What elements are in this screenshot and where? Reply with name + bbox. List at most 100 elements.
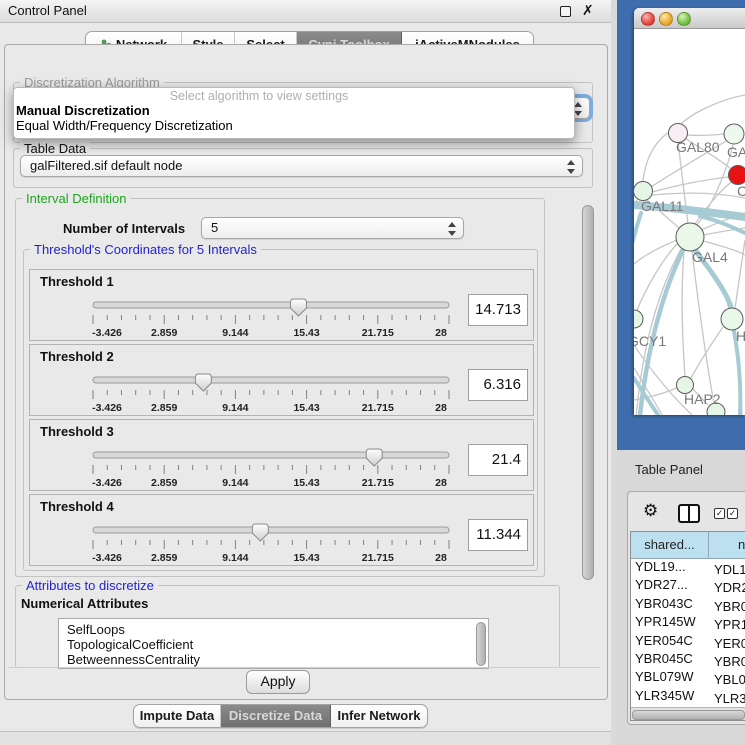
number-of-intervals-combobox[interactable]: 5 [201, 217, 464, 239]
slider-thumb[interactable] [290, 299, 306, 316]
network-node[interactable] [634, 310, 643, 328]
table-cell[interactable]: YBR0 [708, 599, 745, 614]
attribute-items: SelfLoopsTopologicalCoefficientBetweenne… [59, 619, 488, 667]
table-cell[interactable]: YDL19... [631, 559, 708, 574]
threshold-slider[interactable]: -3.4262.8599.14415.4321.71528 [85, 521, 457, 565]
columns-icon[interactable] [678, 504, 700, 523]
table-data-combobox-value: galFiltered.sif default node [30, 158, 182, 173]
network-node[interactable] [729, 166, 745, 185]
slider-tick-label: 28 [435, 477, 447, 489]
table-cell[interactable]: YLR345W [631, 688, 708, 703]
threshold-slider[interactable]: -3.4262.8599.14415.4321.71528 [85, 446, 457, 490]
table-cell[interactable]: YBL0 [708, 672, 745, 687]
table-data-combobox[interactable]: galFiltered.sif default node [20, 155, 583, 177]
numerical-attributes-list[interactable]: SelfLoopsTopologicalCoefficientBetweenne… [58, 618, 489, 669]
table-cell[interactable]: YBR045C [631, 651, 708, 666]
table-cell[interactable]: YLR3 [708, 691, 745, 706]
table-cell[interactable]: YDL1 [708, 562, 745, 577]
checkbox-icon[interactable]: ✓ [727, 508, 738, 519]
slider-thumb[interactable] [195, 374, 211, 391]
slider-thumb[interactable] [366, 449, 382, 466]
attribute-list-item[interactable]: SelfLoops [59, 622, 488, 637]
minimize-traffic-light[interactable] [659, 12, 673, 26]
table-row[interactable]: YDL19...YDL1 [631, 559, 745, 577]
panel-scrollbar-thumb[interactable] [582, 205, 594, 580]
table-horizontal-scrollbar[interactable] [631, 707, 745, 720]
threshold-value-input[interactable]: 14.713 [468, 294, 528, 326]
table-cell[interactable]: YBR0 [708, 654, 745, 669]
table-cell[interactable]: YBL079W [631, 669, 708, 684]
network-node-label: H [736, 328, 745, 344]
algorithm-dropdown-popup: Select algorithm to view settings Manual… [13, 87, 575, 139]
table-row[interactable]: YBL079WYBL0 [631, 669, 745, 687]
network-edge [735, 240, 745, 308]
network-canvas[interactable]: GAL80GAGAL11CGAL4GCY1HHAP2 [634, 28, 745, 415]
network-node[interactable] [724, 124, 744, 144]
table-row[interactable]: YBR045CYBR0 [631, 651, 745, 669]
threshold-row: Threshold 1-3.4262.8599.14415.4321.71528… [29, 269, 534, 341]
column-header-name[interactable]: n [709, 532, 745, 559]
network-edge [687, 134, 724, 135]
table-row[interactable]: YLR345WYLR3 [631, 688, 745, 706]
network-edge [679, 95, 745, 126]
table-cell[interactable]: YDR27... [631, 577, 708, 592]
network-window-titlebar[interactable] [634, 8, 745, 29]
table-cell[interactable]: YDR2 [708, 580, 745, 595]
attribute-list-item[interactable]: TopologicalCoefficient [59, 637, 488, 652]
threshold-slider[interactable]: -3.4262.8599.14415.4321.71528 [85, 296, 457, 340]
checkbox-icon[interactable]: ✓ [714, 508, 725, 519]
column-header-shared[interactable]: shared... [631, 532, 709, 559]
algorithm-option[interactable]: Equal Width/Frequency Discretization [14, 118, 574, 133]
network-node-label: HAP2 [684, 391, 721, 407]
apply-button[interactable]: Apply [246, 670, 310, 694]
attributes-scrollbar-thumb[interactable] [476, 622, 486, 666]
slider-tick-label: -3.426 [92, 402, 122, 414]
threshold-value-input[interactable]: 21.4 [468, 444, 528, 476]
table-row[interactable]: YDR27...YDR2 [631, 577, 745, 595]
slider-tick-label: 15.43 [293, 327, 319, 339]
thresholds-group: Threshold's Coordinates for 5 Intervals … [23, 249, 538, 571]
numerical-attributes-heading: Numerical Attributes [21, 596, 148, 611]
threshold-label: Threshold 3 [40, 424, 114, 439]
slider-tick-label: 2.859 [151, 477, 177, 489]
tab-infer-network[interactable]: Infer Network [331, 705, 427, 727]
threshold-value-input[interactable]: 6.316 [468, 369, 528, 401]
float-window-icon[interactable] [560, 6, 571, 17]
slider-tick-label: 9.144 [222, 477, 248, 489]
tab-discretize-data[interactable]: Discretize Data [221, 705, 331, 727]
attribute-list-item[interactable]: BetweennessCentrality [59, 652, 488, 667]
gear-icon[interactable]: ⚙ [643, 501, 658, 521]
table-cell[interactable]: YER0 [708, 636, 745, 651]
network-edge [691, 327, 723, 378]
slider-thumb[interactable] [252, 524, 268, 541]
table-cell[interactable]: YPR145W [631, 614, 708, 629]
slider-tick-label: 9.144 [222, 327, 248, 339]
slider-tick-label: 15.43 [293, 552, 319, 564]
table-hscrollbar-thumb[interactable] [632, 710, 745, 720]
slider-track[interactable] [93, 377, 449, 383]
threshold-row: Threshold 4-3.4262.8599.14415.4321.71528… [29, 494, 534, 566]
network-node-label: GCY1 [634, 333, 666, 349]
close-icon[interactable]: ✗ [582, 2, 594, 19]
table-cell[interactable]: YBR043C [631, 596, 708, 611]
threshold-slider[interactable]: -3.4262.8599.14415.4321.71528 [85, 371, 457, 415]
algorithm-option[interactable]: Manual Discretization [14, 103, 574, 118]
slider-track[interactable] [93, 452, 449, 458]
table-row[interactable]: YER054CYER0 [631, 633, 745, 651]
table-row[interactable]: YPR145WYPR1 [631, 614, 745, 632]
table-cell[interactable]: YER054C [631, 633, 708, 648]
close-traffic-light[interactable] [641, 12, 655, 26]
slider-tick-label: 28 [435, 402, 447, 414]
combo-stepper-icon [567, 160, 575, 174]
table-cell[interactable]: YPR1 [708, 617, 745, 632]
attributes-group-title: Attributes to discretize [22, 578, 158, 593]
network-node[interactable] [721, 308, 743, 330]
slider-track[interactable] [93, 302, 449, 308]
threshold-value-input[interactable]: 11.344 [468, 519, 528, 551]
network-node[interactable] [676, 223, 704, 251]
table-row[interactable]: YBR043CYBR0 [631, 596, 745, 614]
zoom-traffic-light[interactable] [677, 12, 691, 26]
slider-track[interactable] [93, 527, 449, 533]
tab-impute-data[interactable]: Impute Data [134, 705, 221, 727]
bottom-tab-bar: Impute Data Discretize Data Infer Networ… [133, 704, 428, 728]
